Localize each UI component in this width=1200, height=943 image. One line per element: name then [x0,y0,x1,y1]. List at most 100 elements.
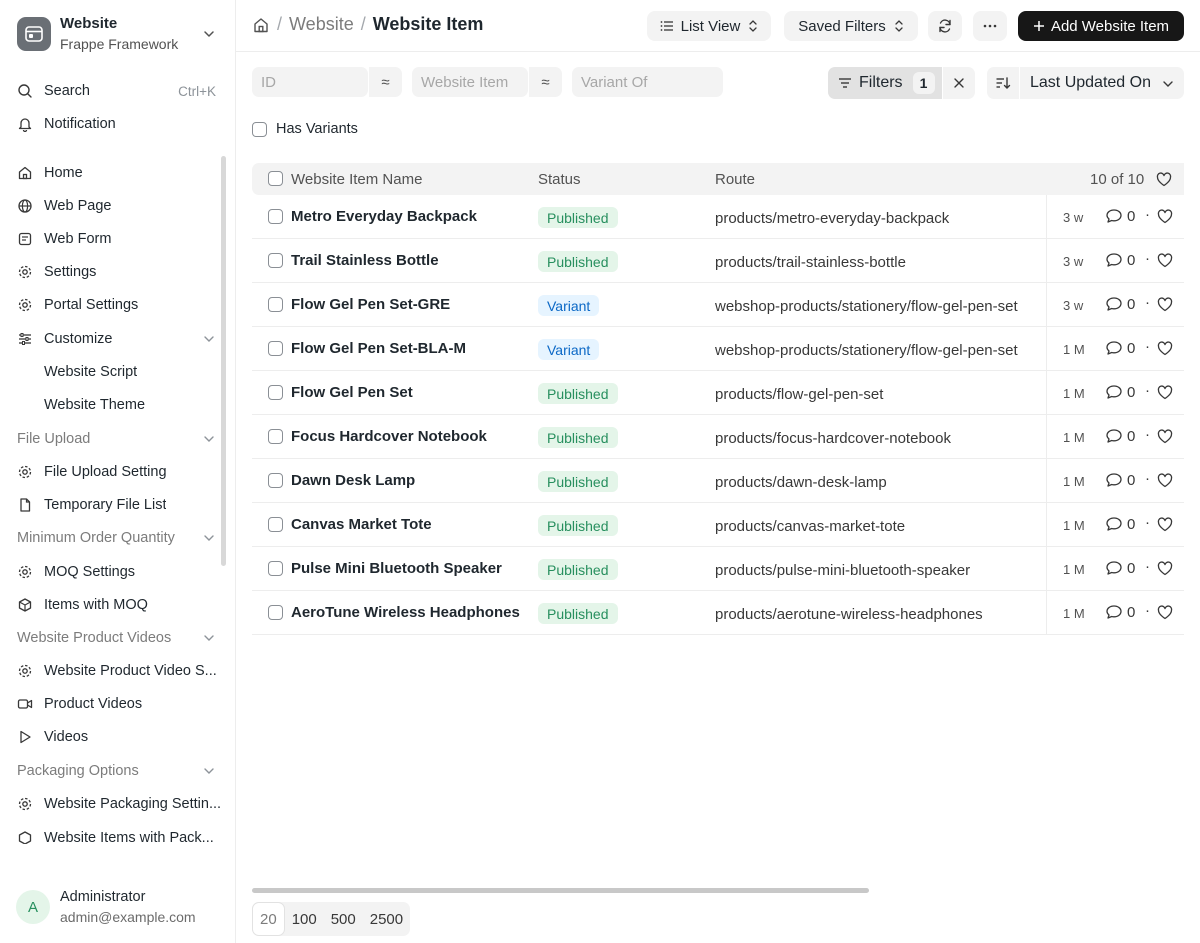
row-checkbox[interactable] [268,253,283,268]
item-name[interactable]: AeroTune Wireless Headphones [291,604,520,621]
item-name[interactable]: Trail Stainless Bottle [291,252,439,269]
sidebar-section-moq[interactable]: Minimum Order Quantity [10,523,224,553]
id-filter-input[interactable]: ID [252,67,368,97]
page-size-20[interactable]: 20 [252,902,285,936]
heart-icon[interactable] [1157,385,1173,400]
sort-field-select[interactable]: Last Updated On [1020,67,1184,99]
saved-filters-button[interactable]: Saved Filters [784,11,918,41]
row-checkbox[interactable] [268,605,283,620]
heart-icon[interactable] [1157,561,1173,576]
breadcrumb-website[interactable]: Website [289,14,354,35]
app-switcher[interactable]: Website Frappe Framework [12,12,224,56]
row-checkbox[interactable] [268,473,283,488]
item-name[interactable]: Metro Everyday Backpack [291,208,477,225]
sidebar-item-file-upload-setting[interactable]: File Upload Setting [10,457,224,487]
table-row[interactable]: Flow Gel Pen Set-GRE Variant webshop-produ… [252,283,1184,327]
add-website-item-button[interactable]: Add Website Item [1018,11,1184,41]
table-row[interactable]: Metro Everyday Backpack Published products… [252,195,1184,239]
sidebar-section-file-upload[interactable]: File Upload [10,424,224,454]
clear-filters-button[interactable] [943,67,975,99]
heart-icon[interactable] [1157,209,1173,224]
sidebar-item-home[interactable]: Home [10,158,224,188]
sidebar-section-packaging-options[interactable]: Packaging Options [10,756,224,786]
sidebar-item-settings[interactable]: Settings [10,257,224,287]
sidebar-notification[interactable]: Notification [10,109,224,139]
sort-direction-button[interactable] [987,67,1019,99]
id-filter-condition-button[interactable]: ≈ [368,67,402,97]
refresh-button[interactable] [928,11,962,41]
comment-icon[interactable] [1105,428,1123,444]
table-row[interactable]: Pulse Mini Bluetooth Speaker Published pro… [252,547,1184,591]
comment-icon[interactable] [1105,340,1123,356]
item-name[interactable]: Flow Gel Pen Set [291,384,413,401]
sidebar-item-portal-settings[interactable]: Portal Settings [10,290,224,320]
row-checkbox[interactable] [268,561,283,576]
sidebar-item-videos[interactable]: Videos [10,722,224,752]
sidebar-item-website-items-with-packaging[interactable]: Website Items with Pack... [10,824,224,844]
sidebar-item-customize[interactable]: Customize [10,324,224,354]
item-name[interactable]: Focus Hardcover Notebook [291,428,487,445]
sidebar-item-items-with-moq[interactable]: Items with MOQ [10,590,224,620]
row-checkbox[interactable] [268,209,283,224]
sidebar-item-web-form[interactable]: Web Form [10,224,224,254]
has-variants-checkbox[interactable] [252,121,267,137]
sidebar-item-temporary-file-list[interactable]: Temporary File List [10,490,224,520]
table-row[interactable]: Flow Gel Pen Set-BLA-M Variant webshop-pro… [252,327,1184,371]
sidebar-section-website-product-videos[interactable]: Website Product Videos [10,623,224,653]
sidebar-item-product-videos[interactable]: Product Videos [10,689,224,719]
table-row[interactable]: AeroTune Wireless Headphones Published pro… [252,591,1184,635]
sidebar-item-website-theme[interactable]: Website Theme [10,390,224,420]
heart-icon[interactable] [1156,172,1172,187]
website-item-filter-input[interactable]: Website Item [412,67,528,97]
sidebar-item-web-page[interactable]: Web Page [10,191,224,221]
table-row[interactable]: Trail Stainless Bottle Published products/… [252,239,1184,283]
page-size-100[interactable]: 100 [285,902,324,936]
horizontal-scrollbar[interactable] [252,888,869,893]
filters-button[interactable]: Filters 1 [828,67,942,99]
table-row[interactable]: Flow Gel Pen Set Published products/flow-g… [252,371,1184,415]
more-actions-button[interactable] [973,11,1007,41]
item-name[interactable]: Flow Gel Pen Set-GRE [291,296,450,313]
comment-icon[interactable] [1105,604,1123,620]
comment-icon[interactable] [1105,296,1123,312]
table-row[interactable]: Canvas Market Tote Published products/canv… [252,503,1184,547]
home-icon[interactable] [252,16,270,34]
sidebar-search[interactable]: Search Ctrl+K [10,76,224,106]
heart-icon[interactable] [1157,473,1173,488]
heart-icon[interactable] [1157,253,1173,268]
item-name[interactable]: Flow Gel Pen Set-BLA-M [291,340,466,357]
sidebar-item-website-script[interactable]: Website Script [10,357,224,387]
sidebar-item-website-product-video-settings[interactable]: Website Product Video S... [10,656,224,686]
variant-of-filter-input[interactable]: Variant Of [572,67,723,97]
heart-icon[interactable] [1157,341,1173,356]
row-checkbox[interactable] [268,385,283,400]
heart-icon[interactable] [1157,429,1173,444]
heart-icon[interactable] [1157,297,1173,312]
table-row[interactable]: Focus Hardcover Notebook Published product… [252,415,1184,459]
select-all-checkbox[interactable] [268,171,283,186]
heart-icon[interactable] [1157,517,1173,532]
row-checkbox[interactable] [268,297,283,312]
comment-icon[interactable] [1105,516,1123,532]
website-item-filter-condition-button[interactable]: ≈ [528,67,562,97]
page-size-500[interactable]: 500 [324,902,363,936]
comment-icon[interactable] [1105,252,1123,268]
sidebar-item-website-packaging-settings[interactable]: Website Packaging Settin... [10,789,224,819]
item-name[interactable]: Canvas Market Tote [291,516,432,533]
item-name[interactable]: Dawn Desk Lamp [291,472,415,489]
row-checkbox[interactable] [268,429,283,444]
comment-icon[interactable] [1105,472,1123,488]
sidebar-scrollbar[interactable] [221,156,226,566]
row-checkbox[interactable] [268,341,283,356]
user-menu[interactable]: A Administrator admin@example.com [16,887,196,927]
has-variants-filter[interactable]: Has Variants [252,121,358,137]
row-checkbox[interactable] [268,517,283,532]
table-row[interactable]: Dawn Desk Lamp Published products/dawn-des… [252,459,1184,503]
comment-icon[interactable] [1105,208,1123,224]
page-size-2500[interactable]: 2500 [363,902,410,936]
list-view-button[interactable]: List View [647,11,771,41]
sidebar-item-moq-settings[interactable]: MOQ Settings [10,557,224,587]
item-name[interactable]: Pulse Mini Bluetooth Speaker [291,560,502,577]
comment-icon[interactable] [1105,560,1123,576]
comment-icon[interactable] [1105,384,1123,400]
